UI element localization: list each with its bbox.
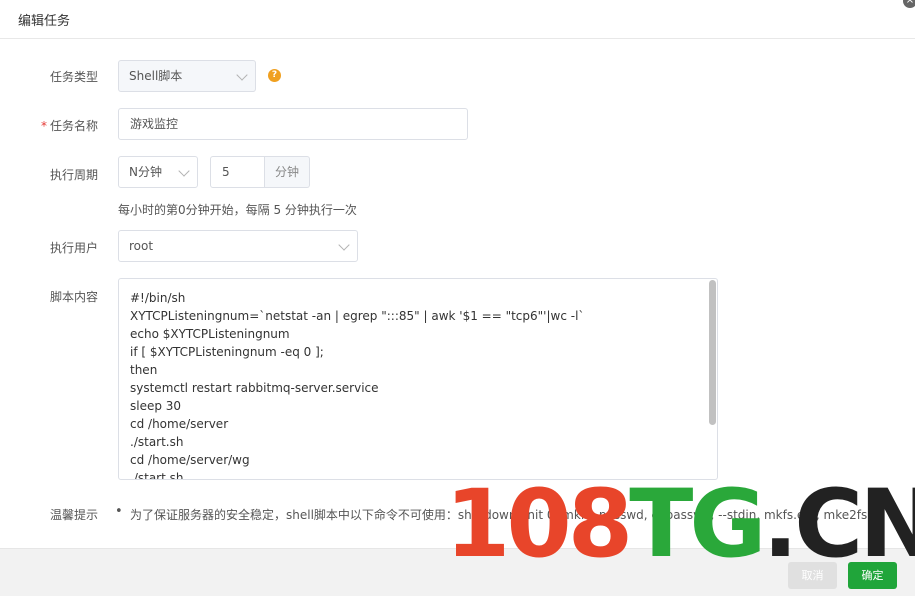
period-unit-value: N分钟 <box>129 165 162 179</box>
task-name-label: * 任务名称 <box>0 117 98 134</box>
script-line: ./start.sh <box>130 471 184 480</box>
user-label: 执行用户 <box>49 241 98 255</box>
tips-bullet: • <box>115 504 123 519</box>
watermark-logo: 108TG.CN <box>445 470 915 580</box>
required-mark: * <box>40 119 47 133</box>
script-line: XYTCPListeningnum=`netstat -an | egrep "… <box>130 309 585 323</box>
task-name-input[interactable]: 游戏监控 <box>118 108 468 140</box>
task-type-label: 任务类型 <box>49 70 98 84</box>
task-type-select[interactable]: Shell脚本 <box>118 60 256 92</box>
tips-label: 温馨提示 <box>50 508 99 522</box>
chevron-down-icon <box>178 165 190 177</box>
period-value-input[interactable]: 5 <box>210 156 265 188</box>
task-name-label-text: 任务名称 <box>49 119 98 133</box>
script-line: cd /home/server/wg <box>130 453 250 467</box>
script-line: cd /home/server <box>130 417 229 431</box>
script-label: 脚本内容 <box>49 290 98 304</box>
script-line: sleep 30 <box>130 399 182 413</box>
help-icon[interactable]: ? <box>268 69 281 82</box>
dialog-header: 编辑任务 <box>0 0 915 39</box>
period-value: 5 <box>222 165 230 179</box>
period-unit-select[interactable]: N分钟 <box>118 156 198 188</box>
user-select[interactable]: root <box>118 230 358 262</box>
chevron-down-icon <box>338 239 350 251</box>
watermark-num: 108 <box>445 470 633 579</box>
script-textarea[interactable]: #!/bin/sh XYTCPListeningnum=`netstat -an… <box>118 278 718 480</box>
script-line: #!/bin/sh <box>130 291 186 305</box>
script-line: then <box>130 363 158 377</box>
task-type-value: Shell脚本 <box>129 69 183 83</box>
period-label: 执行周期 <box>49 168 98 182</box>
script-scrollbar[interactable] <box>709 280 716 425</box>
watermark-tg: TG <box>629 470 766 579</box>
dialog-title: 编辑任务 <box>18 14 71 29</box>
task-name-value: 游戏监控 <box>130 117 179 131</box>
period-suffix: 分钟 <box>265 156 310 188</box>
watermark-dot: . <box>762 470 799 579</box>
period-hint: 每小时的第0分钟开始，每隔 5 分钟执行一次 <box>118 203 357 217</box>
script-line: ./start.sh <box>130 435 184 449</box>
script-line: systemctl restart rabbitmq-server.servic… <box>130 381 379 395</box>
user-value: root <box>129 239 154 253</box>
script-line: if [ $XYTCPListeningnum -eq 0 ]; <box>130 345 324 359</box>
chevron-down-icon <box>236 69 248 81</box>
watermark-cn: CN <box>794 470 915 579</box>
script-line: echo $XYTCPListeningnum <box>130 327 290 341</box>
